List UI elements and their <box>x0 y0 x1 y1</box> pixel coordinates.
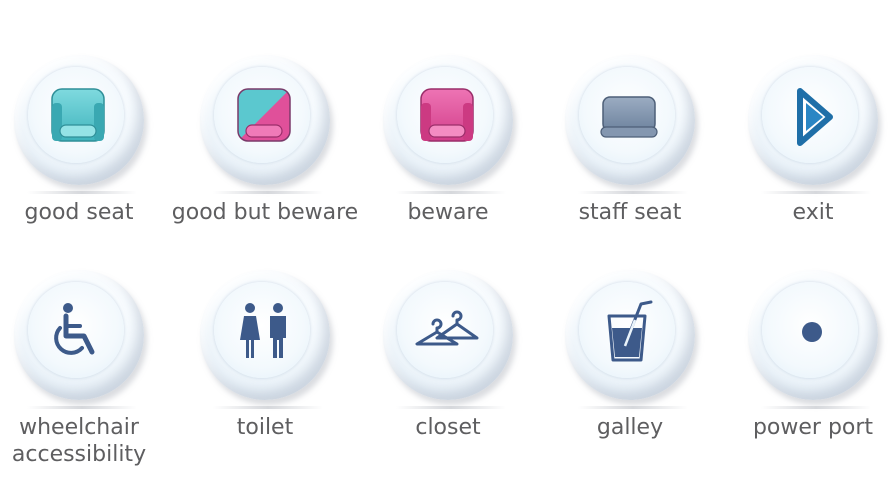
wheelchair-icon <box>54 303 95 355</box>
legend-item-good-but-beware: good but beware <box>172 55 358 285</box>
power-dot-icon <box>802 322 822 342</box>
legend-item-closet: closet <box>358 270 538 500</box>
exit-label: exit <box>792 200 834 225</box>
legend-item-good-seat: good seat <box>0 55 169 285</box>
power-port-label: power port <box>752 415 874 440</box>
legend-item-toilet: toilet <box>175 270 355 500</box>
hanger-icon <box>415 310 479 346</box>
closet-button <box>383 270 513 400</box>
legend-item-beware: beware <box>358 55 538 285</box>
wheelchair-label-line2: accessibility <box>11 442 147 467</box>
pink-seat-icon <box>420 88 474 142</box>
beware-button <box>383 55 513 185</box>
teal-seat-icon <box>51 88 105 142</box>
galley-button <box>565 270 695 400</box>
good-seat-button <box>14 55 144 185</box>
toilet-icon <box>240 303 286 358</box>
good-but-beware-button <box>200 55 330 185</box>
exit-button <box>748 55 878 185</box>
legend-item-wheelchair: wheelchair accessibility <box>0 270 169 500</box>
legend-item-power-port: power port <box>723 270 894 500</box>
exit-arrow-icon <box>797 88 833 146</box>
cup-icon <box>607 300 653 362</box>
legend-item-galley: galley <box>540 270 720 500</box>
split-seat-icon <box>237 88 291 142</box>
power-port-button <box>748 270 878 400</box>
legend-item-staff-seat: staff seat <box>540 55 720 285</box>
staff-seat-button <box>565 55 695 185</box>
toilet-button <box>200 270 330 400</box>
legend-item-exit: exit <box>723 55 894 285</box>
staff-seat-icon <box>600 96 658 138</box>
wheelchair-button <box>14 270 144 400</box>
